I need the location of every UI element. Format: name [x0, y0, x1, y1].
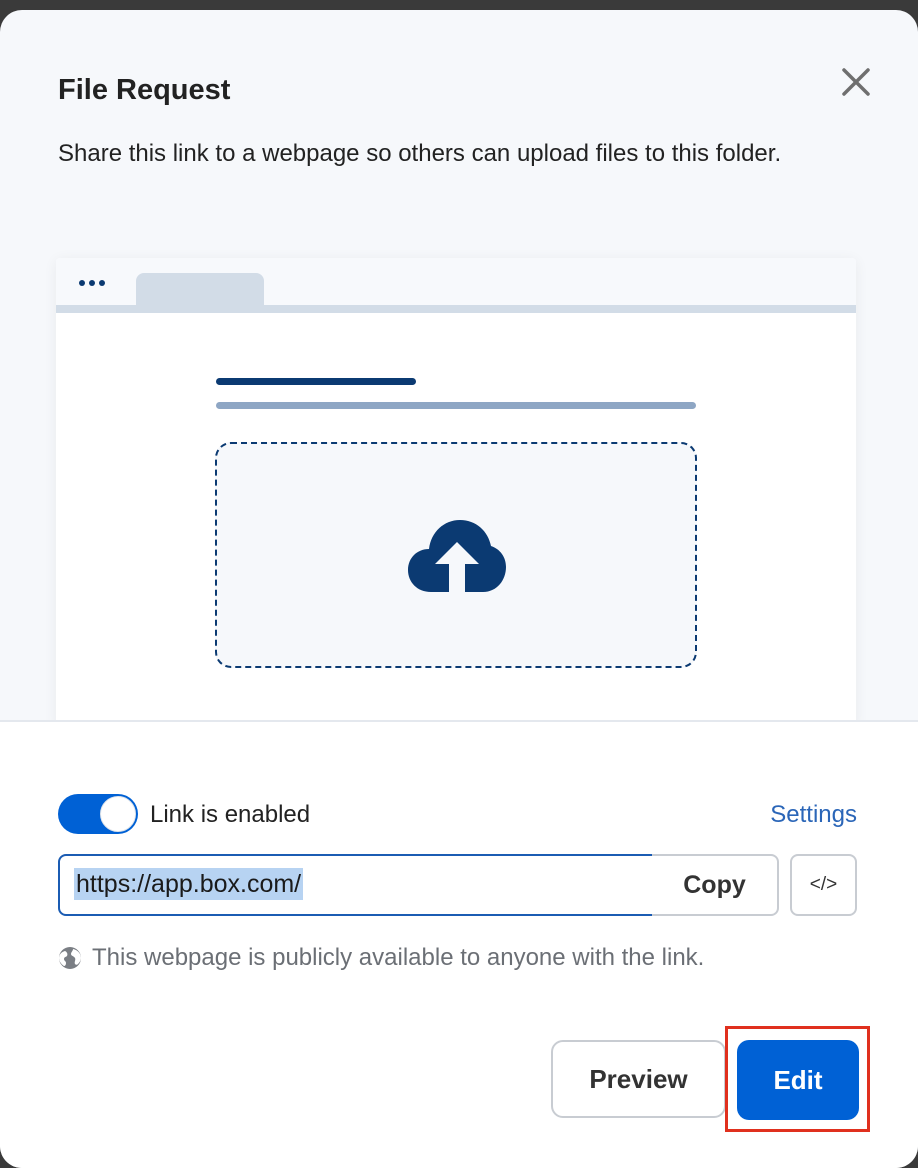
- dialog-description: Share this link to a webpage so others c…: [58, 140, 782, 167]
- upload-dropzone-illustration: [215, 442, 697, 668]
- subheading-placeholder: [216, 402, 696, 409]
- link-enabled-label: Link is enabled: [150, 801, 311, 828]
- edit-button[interactable]: Edit: [737, 1040, 859, 1120]
- public-note-text: This webpage is publicly available to an…: [92, 944, 705, 971]
- more-dots-icon: [79, 280, 105, 286]
- dialog-title: File Request: [58, 74, 231, 106]
- heading-placeholder: [216, 378, 416, 385]
- file-request-dialog: File Request Share this link to a webpag…: [0, 10, 918, 1168]
- link-url-input[interactable]: [58, 854, 654, 916]
- public-availability-note: This webpage is publicly available to an…: [58, 944, 704, 972]
- link-enabled-toggle[interactable]: [58, 794, 138, 834]
- embed-code-button[interactable]: </>: [790, 854, 857, 916]
- settings-link[interactable]: Settings: [770, 801, 857, 829]
- toggle-knob: [100, 796, 136, 832]
- cloud-upload-icon: [408, 520, 506, 592]
- globe-icon: [59, 947, 81, 969]
- link-settings-panel: Link is enabled Settings https://app.box…: [0, 722, 918, 1168]
- close-icon[interactable]: [838, 64, 874, 100]
- copy-button[interactable]: Copy: [652, 854, 779, 916]
- browser-toolbar-border: [56, 305, 856, 313]
- preview-button[interactable]: Preview: [551, 1040, 726, 1118]
- browser-tab: [136, 273, 264, 309]
- webpage-illustration: [56, 258, 856, 728]
